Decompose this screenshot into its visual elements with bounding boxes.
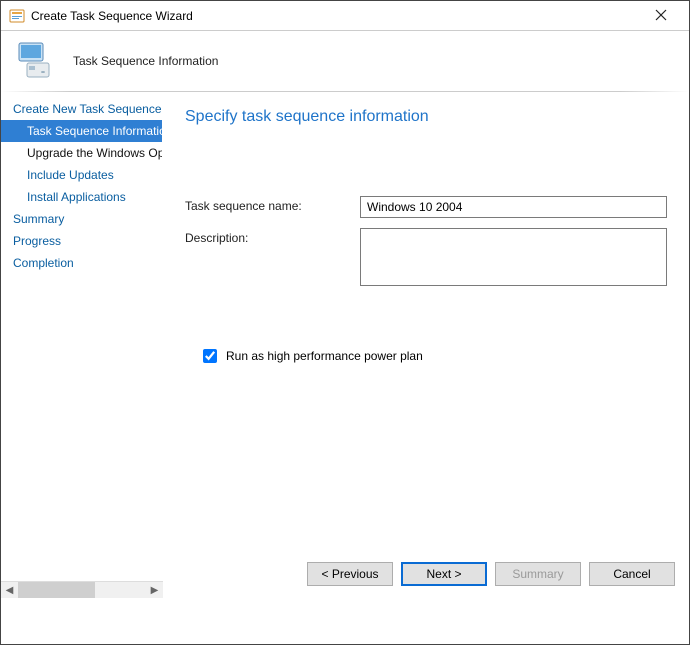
sidebar-item-task-sequence-info[interactable]: Task Sequence Information [1, 120, 162, 142]
close-icon [655, 9, 667, 21]
sidebar-horizontal-scrollbar[interactable]: ◀ ▶ [1, 581, 163, 598]
description-label: Description: [185, 228, 360, 245]
sidebar-item-install-applications[interactable]: Install Applications [1, 186, 162, 208]
task-name-input[interactable] [360, 196, 667, 218]
wizard-header: Task Sequence Information [1, 31, 689, 91]
titlebar: Create Task Sequence Wizard [1, 1, 689, 31]
summary-button[interactable]: Summary [495, 562, 581, 586]
sidebar-item-progress[interactable]: Progress [1, 230, 162, 252]
high-performance-label: Run as high performance power plan [226, 349, 423, 363]
wizard-title-icon [9, 8, 25, 24]
header-title: Task Sequence Information [73, 54, 218, 68]
scroll-left-arrow-icon[interactable]: ◀ [1, 582, 18, 598]
page-title: Specify task sequence information [185, 108, 667, 126]
computer-icon [13, 39, 57, 83]
close-button[interactable] [641, 8, 681, 24]
description-textarea[interactable] [360, 228, 667, 286]
scroll-track[interactable] [18, 582, 146, 598]
sidebar-item-upgrade-windows[interactable]: Upgrade the Windows Op [1, 142, 162, 164]
high-performance-checkbox[interactable] [203, 349, 217, 363]
scroll-thumb[interactable] [18, 582, 95, 598]
task-name-label: Task sequence name: [185, 196, 360, 213]
sidebar-item-completion[interactable]: Completion [1, 252, 162, 274]
wizard-footer: < Previous Next > Summary Cancel [307, 562, 675, 586]
sidebar-item-include-updates[interactable]: Include Updates [1, 164, 162, 186]
next-button[interactable]: Next > [401, 562, 487, 586]
window-title: Create Task Sequence Wizard [31, 9, 641, 23]
wizard-main-panel: Specify task sequence information Task s… [163, 92, 689, 598]
wizard-sidebar: Create New Task Sequence Task Sequence I… [1, 92, 163, 598]
scroll-right-arrow-icon[interactable]: ▶ [146, 582, 163, 598]
sidebar-item-summary[interactable]: Summary [1, 208, 162, 230]
sidebar-item-create-new[interactable]: Create New Task Sequence [1, 98, 162, 120]
cancel-button[interactable]: Cancel [589, 562, 675, 586]
previous-button[interactable]: < Previous [307, 562, 393, 586]
